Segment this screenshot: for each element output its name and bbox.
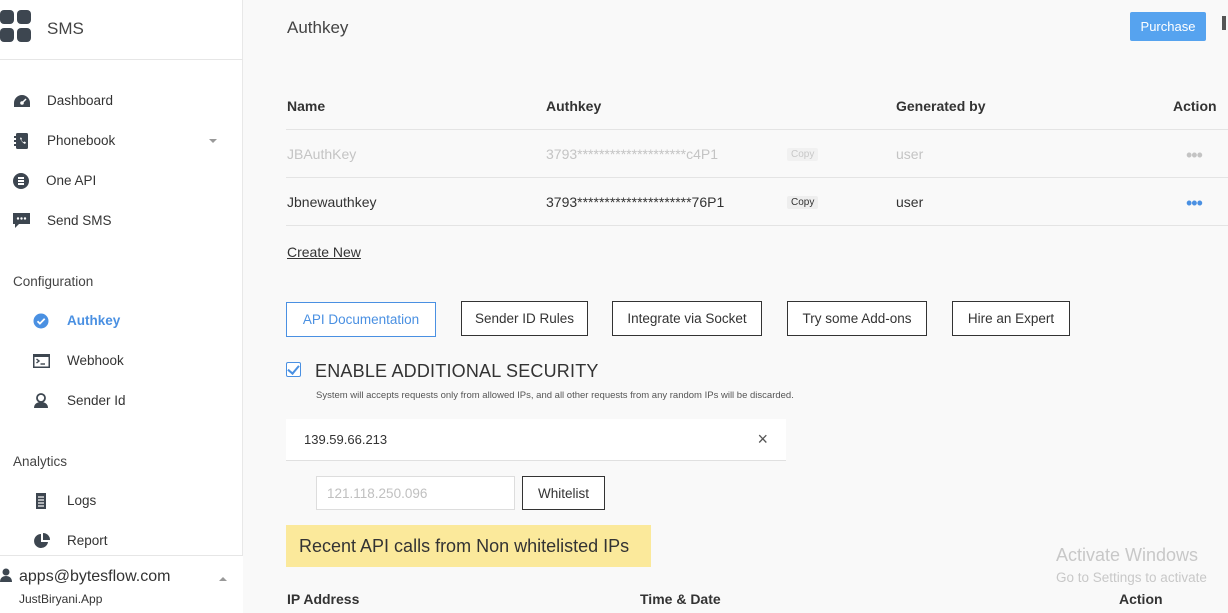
recent-calls-title: Recent API calls from Non whitelisted IP… [299,536,630,556]
page-title: Authkey [287,18,349,37]
table-header-action: Action [1119,591,1163,607]
table-header-name: Name [287,98,326,114]
dashboard-icon [14,95,30,107]
sidebar-item-label: Report [67,533,108,548]
divider [286,177,1228,178]
activation-watermark-title: Activate Windows [1056,545,1199,565]
try-addons-button[interactable]: Try some Add-ons [787,301,927,336]
account-menu[interactable]: apps@bytesflow.com JustBiryani.App [0,555,243,613]
sidebar-item-dashboard[interactable]: Dashboard [0,81,243,121]
brand-header[interactable]: SMS [0,0,243,60]
app-name: SMS [47,19,84,38]
hire-expert-button[interactable]: Hire an Expert [952,301,1070,336]
sidebar-item-authkey[interactable]: Authkey [0,301,243,341]
sidebar-item-one-api[interactable]: One API [0,161,243,201]
table-header-authkey: Authkey [546,98,602,114]
user-badge-icon [34,393,48,408]
pie-chart-icon [34,533,50,548]
sender-id-rules-button[interactable]: Sender ID Rules [461,301,588,336]
generated-by: user [896,146,924,162]
send-sms-icon [13,213,30,228]
create-new-link[interactable]: Create New [287,244,361,260]
chevron-down-icon [209,139,217,143]
sidebar-item-sender-id[interactable]: Sender Id [0,381,243,421]
purchase-button[interactable]: Purchase [1130,12,1206,41]
sidebar: SMS Dashboard Phonebook One API Send SMS [0,0,243,613]
account-company: JustBiryani.App [19,592,103,606]
sidebar-item-label: Logs [67,493,97,508]
ip-address-input[interactable] [316,476,515,510]
account-email: apps@bytesflow.com [19,568,171,585]
whitelisted-ip: 139.59.66.213 [304,432,388,447]
enable-security-checkbox[interactable] [286,362,301,377]
divider [286,129,1228,130]
copy-button[interactable]: Copy [787,196,819,209]
more-actions-icon[interactable]: ••• [1186,194,1203,212]
integrate-socket-button[interactable]: Integrate via Socket [612,301,762,336]
sidebar-item-label: One API [46,173,97,188]
table-header-ip-address: IP Address [287,591,360,607]
table-header-generated-by: Generated by [896,98,986,114]
sidebar-item-send-sms[interactable]: Send SMS [0,201,243,241]
api-documentation-button[interactable]: API Documentation [286,302,436,337]
scroll-edge-indicator [1222,16,1226,30]
check-badge-icon [33,313,49,329]
sidebar-item-label: Send SMS [47,213,112,228]
activation-watermark-subtitle: Go to Settings to activate [1056,570,1207,585]
terminal-icon [33,354,50,368]
sidebar-item-webhook[interactable]: Webhook [0,341,243,381]
whitelist-button[interactable]: Whitelist [522,476,605,510]
security-description: System will accepts requests only from a… [316,390,794,401]
divider [286,225,1228,226]
recent-calls-banner: Recent API calls from Non whitelisted IP… [286,525,651,567]
sidebar-item-logs[interactable]: Logs [0,481,243,521]
sidebar-item-label: Phonebook [47,133,116,148]
sidebar-item-label: Dashboard [47,93,114,108]
section-title-analytics: Analytics [13,454,68,469]
table-header-time-date: Time & Date [640,591,721,607]
chevron-up-icon [219,577,227,581]
whitelisted-ip-item: 139.59.66.213 × [286,419,786,461]
one-api-icon [13,173,29,189]
app-grid-icon [0,10,32,44]
authkey-value: 3793*********************76P1 [546,194,725,210]
sidebar-item-phonebook[interactable]: Phonebook [0,121,243,161]
copy-button[interactable]: Copy [787,148,819,161]
sidebar-item-label: Authkey [67,313,121,328]
generated-by: user [896,194,924,210]
user-icon [0,568,12,582]
security-title: ENABLE ADDITIONAL SECURITY [315,361,599,381]
sidebar-item-label: Webhook [67,353,124,368]
more-actions-icon[interactable]: ••• [1186,146,1203,164]
sidebar-item-label: Sender Id [67,393,126,408]
authkey-value: 3793********************c4P1 [546,146,719,162]
authkey-name: JBAuthKey [287,146,357,162]
phonebook-icon [14,133,28,149]
close-icon[interactable]: × [757,429,768,450]
table-header-action: Action [1173,98,1217,114]
section-title-configuration: Configuration [13,274,94,289]
authkey-name: Jbnewauthkey [287,194,377,210]
logs-icon [36,493,46,509]
